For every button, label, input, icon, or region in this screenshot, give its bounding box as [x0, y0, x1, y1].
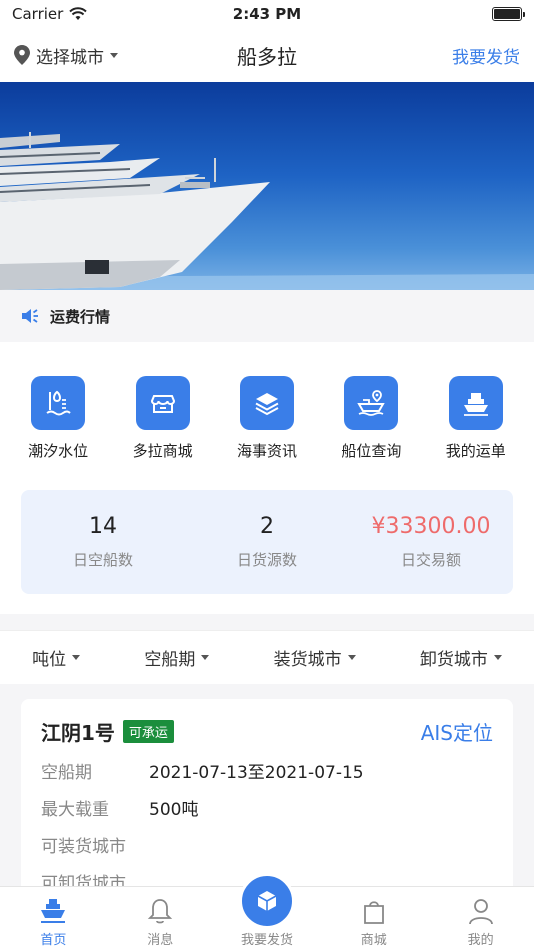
freight-notice[interactable]: 运费行情	[0, 290, 534, 342]
filter-unloading-city[interactable]: 卸货城市	[420, 645, 502, 670]
tab-label: 我的	[467, 933, 494, 948]
store-icon	[135, 376, 190, 430]
user-icon	[468, 899, 493, 925]
notice-label: 运费行情	[50, 307, 111, 326]
carrier-label: Carrier	[12, 5, 64, 23]
stat-value: 2	[260, 514, 274, 539]
stats-card: 14 日空船数 2 日货源数 ¥33300.00 日交易额	[21, 490, 513, 594]
battery-icon	[492, 7, 525, 21]
chevron-down-icon	[347, 655, 356, 660]
quick-item-label: 船位查询	[341, 442, 402, 460]
quick-item-tide[interactable]: 潮汐水位	[8, 376, 108, 461]
city-selector-label: 选择城市	[36, 47, 104, 68]
ship-info-row: 最大载重 500吨	[41, 795, 493, 820]
tide-icon	[31, 376, 86, 430]
wifi-icon	[69, 7, 88, 20]
quick-item-label: 我的运单	[445, 442, 506, 460]
shopping-bag-icon	[363, 901, 384, 924]
filter-tonnage[interactable]: 吨位	[32, 645, 81, 670]
carrier-info: Carrier	[12, 5, 88, 23]
stat-cargo-sources: 2 日货源数	[185, 514, 349, 570]
ship-info-row: 空船期 2021-07-13至2021-07-15	[41, 758, 493, 783]
filter-label: 卸货城市	[419, 650, 488, 670]
stat-label: 日货源数	[236, 551, 297, 569]
tab-bar: 首页 消息 我要发货 商城 我的	[0, 873, 534, 950]
tab-home[interactable]: 首页	[0, 887, 107, 950]
ship-info-key: 可装货城市	[41, 837, 126, 857]
bell-icon	[148, 899, 173, 924]
filter-loading-city[interactable]: 装货城市	[274, 645, 356, 670]
tab-profile[interactable]: 我的	[427, 887, 534, 950]
filter-label: 空船期	[144, 650, 196, 670]
chevron-down-icon	[201, 655, 210, 660]
speaker-icon	[22, 309, 38, 323]
filter-label: 吨位	[32, 650, 67, 670]
location-pin-icon	[14, 45, 30, 65]
nav-bar: 选择城市 船多拉 我要发货	[0, 28, 534, 82]
quick-item-label: 海事资讯	[236, 442, 297, 460]
quick-panel: 潮汐水位 多拉商城 海事资讯 船位查询 我的运单 14 日空船数 2 日货源数 …	[0, 342, 534, 614]
stat-label: 日空船数	[72, 551, 133, 569]
ship-info-value: 500吨	[149, 800, 199, 820]
tab-label: 消息	[147, 933, 174, 948]
box-icon	[257, 891, 277, 911]
chevron-down-icon	[110, 52, 118, 58]
ship-card[interactable]: 江阴1号 可承运 AIS定位 空船期 2021-07-13至2021-07-15…	[21, 699, 513, 899]
tab-label: 首页	[40, 933, 67, 948]
ship-info-key: 最大载重	[41, 800, 109, 820]
tab-post-cargo[interactable]: 我要发货	[214, 873, 321, 950]
status-badge: 可承运	[122, 720, 174, 743]
quick-item-my-waybill[interactable]: 我的运单	[426, 376, 526, 461]
stat-empty-ships: 14 日空船数	[21, 514, 185, 570]
stat-label: 日交易额	[400, 551, 461, 569]
banner-image[interactable]	[0, 82, 534, 290]
post-cargo-link[interactable]: 我要发货	[452, 43, 520, 68]
stat-value: ¥33300.00	[371, 514, 491, 539]
quick-item-label: 潮汐水位	[28, 442, 89, 460]
ais-location-link[interactable]: AIS定位	[421, 717, 493, 746]
filter-empty-period[interactable]: 空船期	[144, 645, 210, 670]
tab-label: 我要发货	[240, 933, 293, 948]
post-cargo-fab[interactable]	[238, 873, 295, 929]
tab-messages[interactable]: 消息	[107, 887, 214, 950]
filter-bar: 吨位 空船期 装货城市 卸货城市	[0, 630, 534, 684]
quick-menu: 潮汐水位 多拉商城 海事资讯 船位查询 我的运单	[0, 342, 534, 461]
layers-icon	[239, 376, 294, 430]
city-selector[interactable]: 选择城市	[14, 43, 118, 68]
ship-card-header: 江阴1号 可承运 AIS定位	[41, 717, 493, 746]
ship-info-key: 空船期	[41, 763, 92, 783]
ship-location-icon	[344, 376, 399, 430]
cargo-ship-icon	[448, 376, 503, 430]
chevron-down-icon	[493, 655, 502, 660]
stat-value: 14	[89, 514, 117, 539]
status-bar: Carrier 2:43 PM	[0, 0, 534, 28]
tab-label: 商城	[360, 933, 387, 948]
ship-info-value: 2021-07-13至2021-07-15	[149, 763, 364, 783]
chevron-down-icon	[72, 655, 81, 660]
home-ship-icon	[41, 899, 66, 923]
filter-label: 装货城市	[273, 650, 342, 670]
quick-item-label: 多拉商城	[132, 442, 193, 460]
quick-item-news[interactable]: 海事资讯	[217, 376, 317, 461]
ship-info-row: 可装货城市	[41, 832, 493, 857]
ship-name: 江阴1号	[41, 721, 115, 745]
cruise-ship-illustration	[0, 132, 534, 290]
stat-daily-volume: ¥33300.00 日交易额	[349, 514, 513, 570]
quick-item-store[interactable]: 多拉商城	[113, 376, 213, 461]
tab-store[interactable]: 商城	[320, 887, 427, 950]
quick-item-ship-location[interactable]: 船位查询	[321, 376, 421, 461]
